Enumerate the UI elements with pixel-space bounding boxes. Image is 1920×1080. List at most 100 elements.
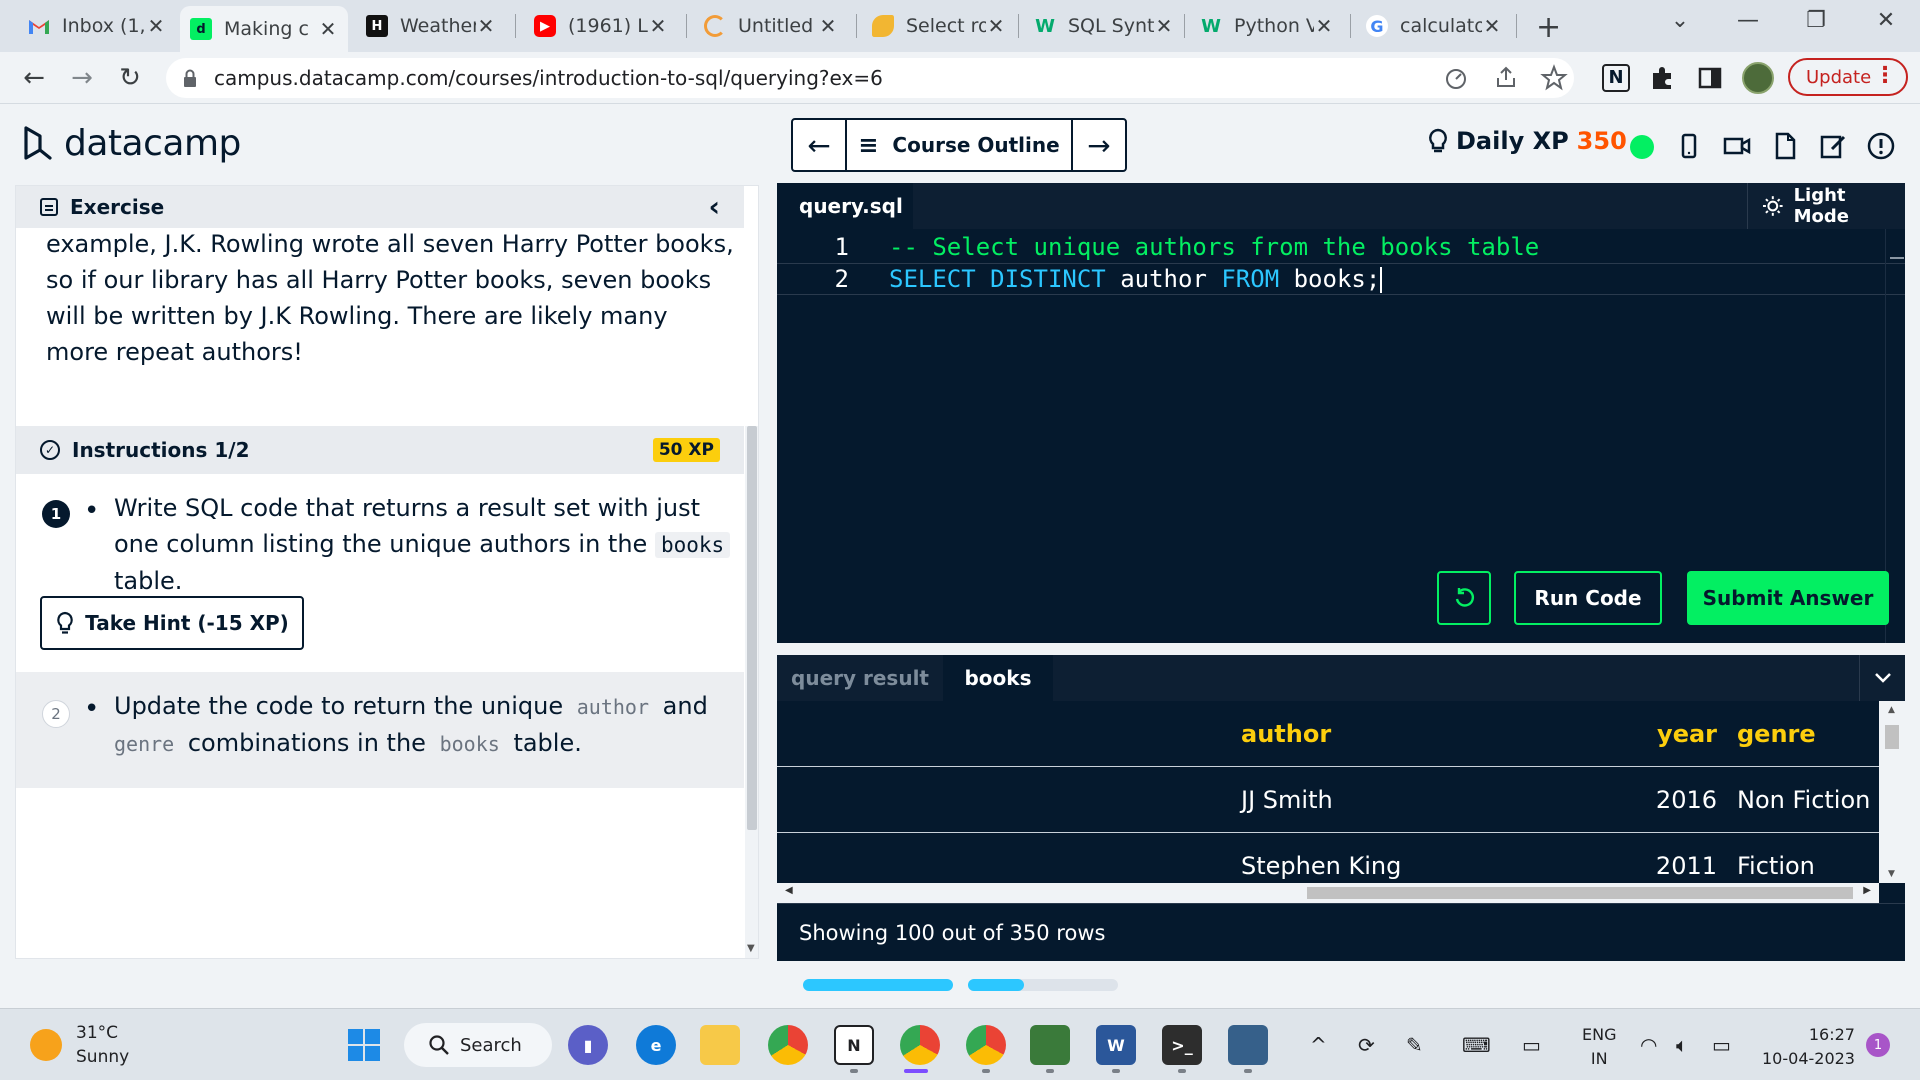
taskbar-clock[interactable]: 16:27 10-04-2023 — [1762, 1023, 1855, 1071]
new-tab-icon[interactable]: + — [1536, 10, 1561, 45]
panel-scrollbar[interactable]: ▼ — [745, 426, 758, 958]
collapse-panel-chevron-icon[interactable]: ‹ — [708, 190, 720, 223]
weather-widget[interactable]: 31°C Sunny — [30, 1021, 129, 1069]
performance-icon[interactable] — [1442, 64, 1470, 92]
sync-icon[interactable]: ⟳ — [1358, 1033, 1384, 1059]
results-horizontal-scrollbar[interactable]: ◀ ▶ — [777, 883, 1879, 903]
browser-tab-youtube[interactable]: ▶ (1961) Le ✕ — [524, 8, 678, 44]
report-issue-icon[interactable] — [1866, 131, 1896, 161]
volume-icon[interactable]: 🔈︎ — [1676, 1033, 1702, 1059]
browser-tab-calculator[interactable]: G calculato ✕ — [1356, 8, 1512, 44]
close-tab-icon[interactable]: ✕ — [318, 17, 338, 41]
chrome-profile-icon[interactable] — [900, 1025, 940, 1065]
profile-avatar[interactable] — [1742, 62, 1774, 94]
close-window-icon[interactable]: ✕ — [1866, 8, 1906, 33]
scroll-up-icon[interactable]: ▲ — [1888, 705, 1895, 715]
scroll-down-icon[interactable]: ▼ — [1888, 869, 1895, 879]
wifi-icon[interactable]: ◠ — [1640, 1033, 1666, 1059]
scroll-left-icon[interactable]: ◀ — [785, 885, 793, 896]
taskbar-search-label: Search — [460, 1034, 522, 1056]
browser-tab-datacamp[interactable]: d Making c ✕ — [180, 6, 348, 52]
windows-start-icon[interactable] — [344, 1025, 384, 1065]
forward-arrow-icon[interactable]: → — [66, 62, 98, 94]
close-tab-icon[interactable]: ✕ — [818, 14, 838, 38]
file-explorer-icon[interactable] — [700, 1025, 740, 1065]
mysql-workbench-icon[interactable] — [1228, 1025, 1268, 1065]
reload-icon[interactable]: ↻ — [114, 62, 146, 94]
close-tab-icon[interactable]: ✕ — [986, 14, 1006, 38]
close-tab-icon[interactable]: ✕ — [146, 14, 166, 38]
minimize-icon[interactable]: — — [1728, 8, 1768, 33]
share-icon[interactable] — [1492, 64, 1520, 92]
word-icon[interactable]: W — [1096, 1025, 1136, 1065]
notification-badge[interactable]: 1 — [1866, 1033, 1890, 1057]
scrollbar-thumb[interactable] — [747, 426, 757, 830]
edge-browser-icon[interactable]: e — [636, 1025, 676, 1065]
browser-tab-select-rows[interactable]: Select ro ✕ — [862, 8, 1016, 44]
menu-kebab-icon[interactable]: ⋮ — [1874, 63, 1896, 88]
scroll-right-icon[interactable]: ▶ — [1863, 885, 1871, 896]
sun-icon — [1762, 196, 1783, 216]
close-tab-icon[interactable]: ✕ — [648, 14, 668, 38]
close-tab-icon[interactable]: ✕ — [1482, 14, 1502, 38]
reset-code-button[interactable] — [1437, 571, 1491, 625]
exercise-icon — [40, 198, 58, 216]
image-viewer-icon[interactable] — [1030, 1025, 1070, 1065]
slides-document-icon[interactable] — [1770, 131, 1800, 161]
restore-window-icon[interactable]: ❐ — [1796, 8, 1836, 33]
next-exercise-button[interactable]: → — [1073, 120, 1125, 170]
results-vertical-scrollbar[interactable]: ▲ ▼ — [1879, 701, 1905, 883]
address-bar[interactable]: campus.datacamp.com/courses/introduction… — [166, 58, 1574, 98]
collapse-results-button[interactable] — [1859, 655, 1905, 701]
close-tab-icon[interactable]: ✕ — [1154, 14, 1174, 38]
teams-chat-icon[interactable]: ▮ — [568, 1025, 608, 1065]
course-outline-button[interactable]: ≡ Course Outline — [845, 120, 1073, 170]
datacamp-logo[interactable]: datacamp — [22, 123, 241, 164]
run-code-button[interactable]: Run Code — [1514, 571, 1662, 625]
chrome-icon[interactable] — [768, 1025, 808, 1065]
extensions-puzzle-icon[interactable] — [1648, 64, 1676, 92]
update-button[interactable]: Update ⋮ — [1788, 58, 1908, 96]
battery-icon[interactable]: ▭ — [1712, 1033, 1738, 1059]
exercise-progress-completed — [803, 979, 953, 991]
back-arrow-icon[interactable]: ← — [18, 62, 50, 94]
close-tab-icon[interactable]: ✕ — [1314, 14, 1334, 38]
column-header-author[interactable]: author — [1241, 701, 1331, 767]
pen-input-icon[interactable]: ✎ — [1406, 1033, 1432, 1059]
bookmark-star-icon[interactable] — [1540, 64, 1568, 92]
chrome-profile-2-icon[interactable] — [966, 1025, 1006, 1065]
close-tab-icon[interactable]: ✕ — [476, 14, 496, 38]
code-input-area[interactable]: 1 -- Select unique authors from the book… — [777, 229, 1905, 529]
side-panel-icon[interactable] — [1696, 64, 1724, 92]
browser-tab-gmail[interactable]: Inbox (1, ✕ — [18, 8, 176, 44]
language-indicator[interactable]: ENG IN — [1582, 1023, 1616, 1071]
browser-tab-sql-syntax[interactable]: W SQL Synt ✕ — [1024, 8, 1184, 44]
notion-app-icon[interactable]: N — [834, 1025, 874, 1065]
tab-books[interactable]: books — [943, 655, 1053, 701]
terminal-icon[interactable]: >_ — [1162, 1025, 1202, 1065]
notes-edit-icon[interactable] — [1818, 131, 1848, 161]
daily-xp[interactable]: Daily XP 350 — [1426, 127, 1627, 155]
column-header-genre[interactable]: genre — [1737, 701, 1816, 767]
scrollbar-thumb[interactable] — [1885, 725, 1899, 749]
video-icon[interactable] — [1722, 131, 1752, 161]
show-hidden-icons-chevron-icon[interactable]: ^ — [1310, 1033, 1336, 1059]
light-mode-toggle[interactable]: Light Mode — [1747, 183, 1905, 229]
browser-tab-weather[interactable]: H Weather ✕ — [356, 8, 506, 44]
scroll-down-icon[interactable]: ▼ — [747, 943, 755, 954]
tab-search-chevron-icon[interactable]: ⌄ — [1660, 8, 1700, 33]
file-tab-query-sql[interactable]: query.sql — [777, 183, 913, 229]
browser-tab-python[interactable]: W Python V ✕ — [1190, 8, 1344, 44]
tab-query-result[interactable]: query result — [777, 655, 943, 701]
tablet-mode-icon[interactable]: ▭ — [1522, 1033, 1548, 1059]
mobile-icon[interactable] — [1674, 131, 1704, 161]
scrollbar-thumb[interactable] — [1307, 887, 1853, 899]
column-header-year[interactable]: year — [1647, 701, 1717, 767]
notion-extension-icon[interactable]: N — [1602, 64, 1630, 92]
submit-answer-button[interactable]: Submit Answer — [1687, 571, 1889, 625]
keyboard-icon[interactable]: ⌨ — [1462, 1033, 1491, 1059]
previous-exercise-button[interactable]: ← — [793, 120, 845, 170]
taskbar-search[interactable]: Search — [404, 1023, 552, 1067]
take-hint-button[interactable]: Take Hint (-15 XP) — [40, 596, 304, 650]
browser-tab-untitled[interactable]: Untitled ✕ — [694, 8, 848, 44]
